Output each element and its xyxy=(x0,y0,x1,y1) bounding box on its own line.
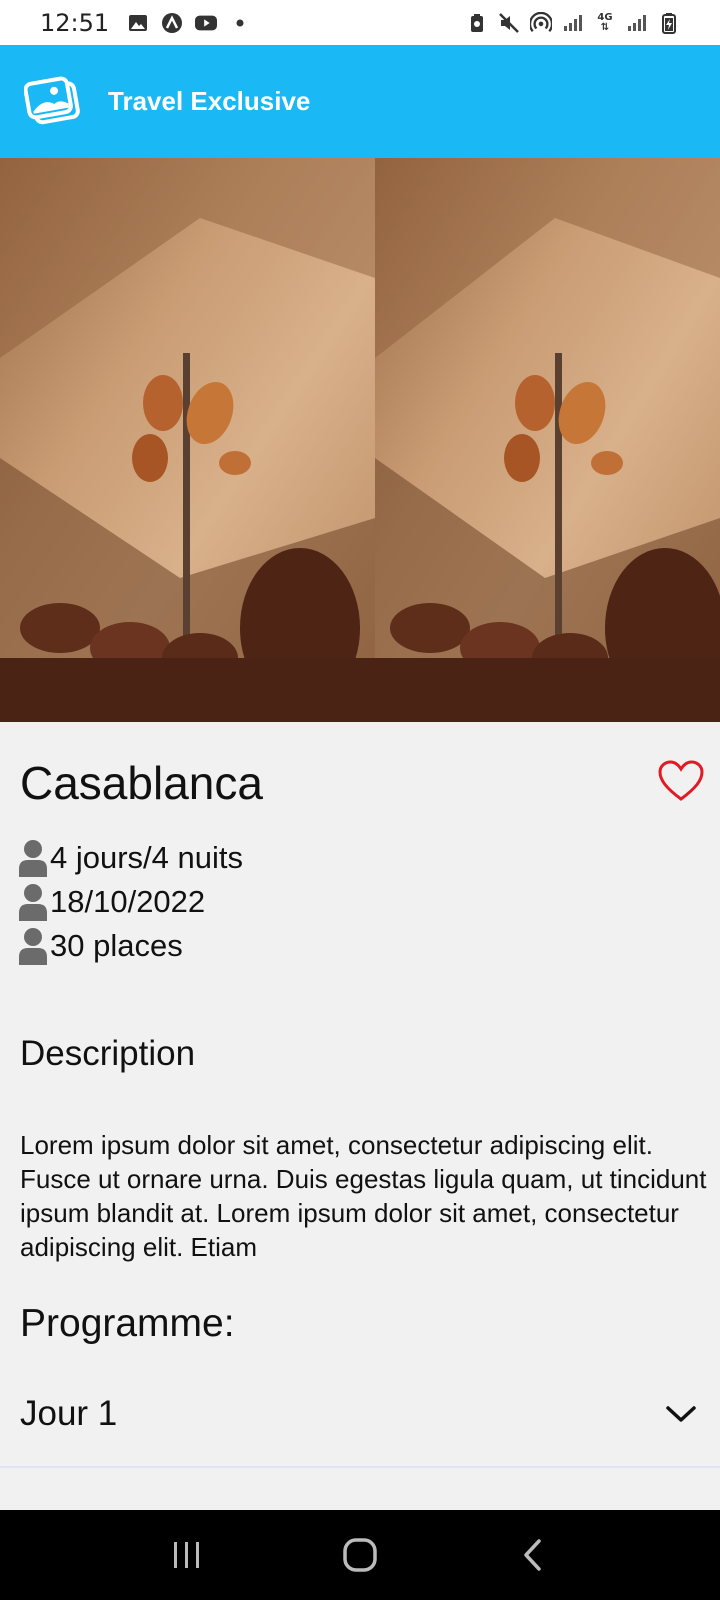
gallery-icon xyxy=(127,12,149,34)
status-left: 12:51 xyxy=(40,9,251,37)
chevron-down-icon[interactable] xyxy=(664,1403,698,1425)
status-right: 4G ⇅ xyxy=(466,11,680,34)
trip-info-list: 4 jours/4 nuits 18/10/2022 30 places xyxy=(18,836,243,968)
hero-image-1[interactable] xyxy=(0,158,375,722)
app-bar: Travel Exclusive xyxy=(0,45,720,158)
info-text: 4 jours/4 nuits xyxy=(50,840,243,875)
signal-icon-2 xyxy=(626,12,648,34)
info-text: 30 places xyxy=(50,928,183,963)
hotspot-icon xyxy=(530,11,552,34)
city-title: Casablanca xyxy=(20,757,263,809)
description-text: Lorem ipsum dolor sit amet, consectetur … xyxy=(20,1130,707,1262)
person-icon xyxy=(19,884,47,921)
description-heading: Description xyxy=(20,1034,196,1073)
mute-icon xyxy=(498,12,520,34)
recent-apps-icon[interactable] xyxy=(167,1535,207,1575)
info-text: 18/10/2022 xyxy=(50,884,206,919)
dot-icon xyxy=(229,12,251,34)
hero-gallery[interactable] xyxy=(0,158,720,722)
home-icon[interactable] xyxy=(340,1535,380,1575)
person-icon xyxy=(19,928,47,965)
youtube-icon xyxy=(195,12,218,34)
status-time: 12:51 xyxy=(40,8,110,37)
4g-icon: 4G ⇅ xyxy=(594,12,616,34)
data-arrows-icon: ⇅ xyxy=(600,21,610,33)
hero-image-2[interactable] xyxy=(375,158,720,722)
system-nav-bar xyxy=(0,1510,720,1600)
battery-saver-icon xyxy=(466,12,488,34)
info-places: 30 places xyxy=(18,924,243,968)
day-label: Jour 1 xyxy=(20,1394,118,1433)
signal-icon xyxy=(562,12,584,34)
program-heading: Programme: xyxy=(20,1302,235,1345)
info-duration: 4 jours/4 nuits xyxy=(18,836,243,880)
info-date: 18/10/2022 xyxy=(18,880,243,924)
person-icon xyxy=(19,840,47,877)
heart-outline-icon[interactable] xyxy=(658,760,704,802)
image-gallery-icon xyxy=(24,76,80,124)
app-a-icon xyxy=(161,12,183,34)
app-title: Travel Exclusive xyxy=(108,86,311,116)
battery-charging-icon xyxy=(658,12,680,34)
back-icon[interactable] xyxy=(513,1535,553,1575)
status-bar: 12:51 4G ⇅ xyxy=(0,0,720,45)
program-day-row[interactable]: Jour 1 xyxy=(0,1362,720,1468)
network-label: 4G xyxy=(597,11,613,23)
